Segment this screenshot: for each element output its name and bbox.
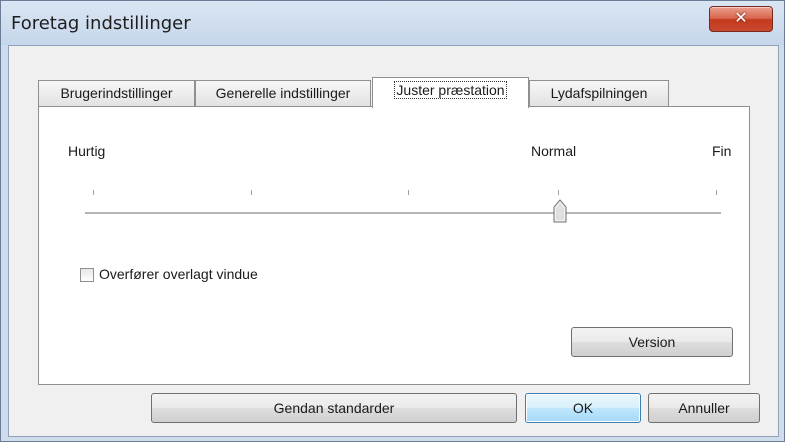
cancel-button[interactable]: Annuller — [648, 393, 760, 423]
tab-general-settings[interactable]: Generelle indstillinger — [195, 80, 371, 106]
slider-tick — [408, 190, 409, 195]
slider-track[interactable] — [85, 212, 721, 215]
slider-thumb[interactable] — [553, 199, 567, 223]
restore-defaults-button[interactable]: Gendan standarder — [151, 393, 517, 423]
tab-label: Juster præstation — [394, 81, 507, 99]
tab-user-settings[interactable]: Brugerindstillinger — [38, 80, 195, 106]
label-fast: Hurtig — [68, 143, 106, 159]
slider-tick — [251, 190, 252, 195]
overlay-window-label[interactable]: Overfører overlagt vindue — [99, 266, 258, 282]
settings-dialog: Foretag indstillinger ✕ Brugerindstillin… — [0, 0, 785, 442]
label-fine: Fin — [712, 143, 732, 159]
window-title: Foretag indstillinger — [11, 13, 191, 34]
tab-label: Lydafspilningen — [550, 85, 648, 101]
close-button[interactable]: ✕ — [709, 6, 773, 32]
slider-tick — [558, 190, 559, 195]
tab-adjust-performance[interactable]: Juster præstation — [372, 77, 529, 108]
label-normal: Normal — [531, 143, 577, 159]
slider-tick — [716, 190, 717, 195]
performance-panel: Hurtig Normal Fin Overfører overlagt vin… — [38, 106, 750, 385]
version-button[interactable]: Version — [571, 327, 733, 357]
overlay-window-checkbox[interactable] — [80, 268, 94, 282]
slider-tick — [93, 190, 94, 195]
ok-button[interactable]: OK — [525, 393, 641, 423]
tab-label: Brugerindstillinger — [60, 85, 173, 101]
title-bar[interactable]: Foretag indstillinger ✕ — [1, 1, 784, 45]
dialog-body: Brugerindstillinger Generelle indstillin… — [8, 45, 779, 437]
close-icon: ✕ — [734, 8, 748, 27]
tab-label: Generelle indstillinger — [215, 85, 351, 101]
tab-audio-playback[interactable]: Lydafspilningen — [529, 80, 669, 106]
